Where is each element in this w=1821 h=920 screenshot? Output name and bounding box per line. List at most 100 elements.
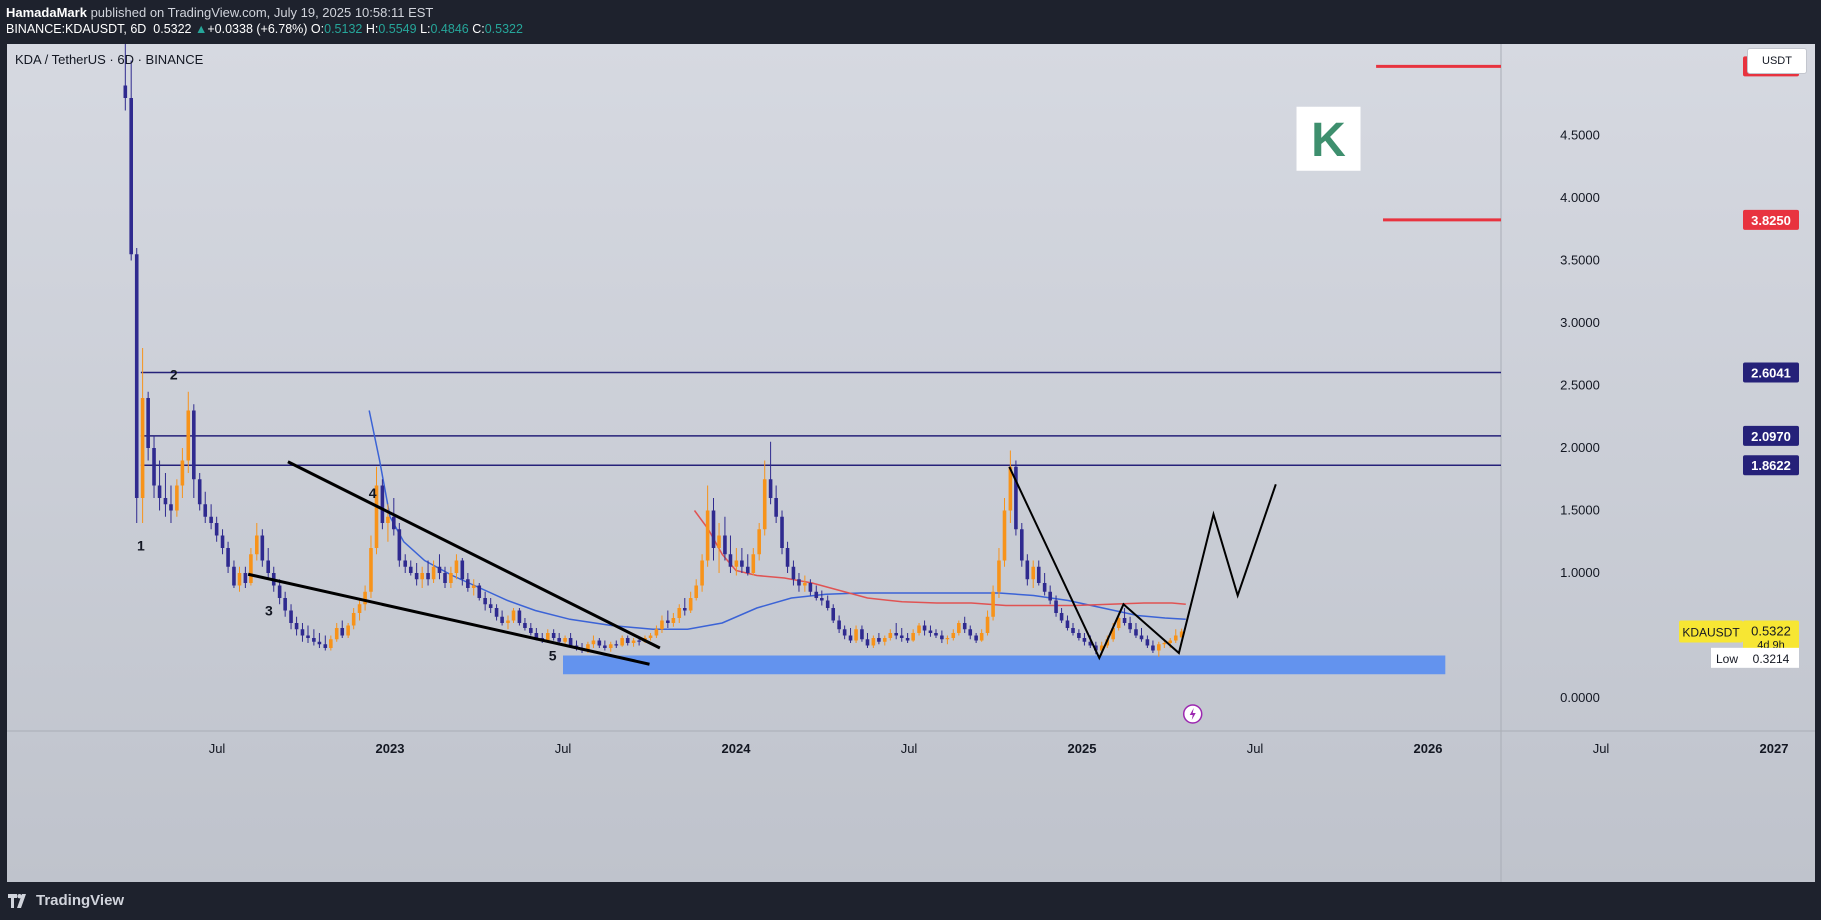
x-tick-label: 2024 <box>722 741 752 756</box>
candle-body <box>175 485 179 511</box>
candle-body <box>346 625 350 636</box>
candle-body <box>203 504 208 517</box>
candle-body <box>734 560 739 567</box>
candle-body <box>677 608 682 618</box>
x-tick-label: Jul <box>1247 741 1264 756</box>
author-line: HamadaMark published on TradingView.com,… <box>6 5 433 20</box>
candle-body <box>911 633 915 641</box>
x-tick-label: Jul <box>555 741 572 756</box>
candle-body <box>671 618 676 623</box>
candle-body <box>603 645 607 648</box>
candle-body <box>146 398 150 448</box>
candle-body <box>529 628 533 633</box>
close-label: C: <box>472 22 485 36</box>
candle-body <box>831 608 836 621</box>
candle-body <box>860 629 864 640</box>
candle-body <box>762 479 767 530</box>
wedge-trend-line <box>287 460 661 650</box>
candle-body <box>140 398 145 498</box>
author-name[interactable]: HamadaMark <box>6 5 87 20</box>
candle-body <box>648 635 653 638</box>
candle-body <box>957 623 961 633</box>
support-zone <box>563 655 1446 675</box>
candle-body <box>431 566 436 580</box>
candle-body <box>1048 591 1052 601</box>
candle-body <box>894 633 898 636</box>
candle-body <box>711 510 716 548</box>
candle-body <box>608 644 613 648</box>
candle-body <box>854 629 858 641</box>
candle-body <box>129 98 133 255</box>
candle-body <box>803 583 807 586</box>
price-chart[interactable]: 1 2 3 4 5 K 4.5000 4.0000 3.5000 3.0000 2.5000 2.00… <box>7 44 1815 882</box>
candle-body <box>1054 600 1058 613</box>
candle-body <box>745 566 750 573</box>
candle-body <box>363 591 367 605</box>
candle-body <box>340 628 345 636</box>
brand-name: TradingView <box>36 892 125 909</box>
publication-header: HamadaMark published on TradingView.com,… <box>0 0 1821 42</box>
candle-body <box>934 633 938 636</box>
candle-body <box>1134 629 1138 636</box>
x-tick-label: 2023 <box>376 741 405 756</box>
candle-body <box>192 410 196 480</box>
candle-body <box>968 629 973 636</box>
candle-body <box>169 504 173 511</box>
candle-body <box>334 628 339 640</box>
last-price-text: 0.5322 <box>153 22 192 36</box>
candle-body <box>312 638 316 642</box>
candle-body <box>620 638 624 646</box>
low-value: 0.4846 <box>430 22 469 36</box>
candle-body <box>614 644 619 646</box>
candle-body <box>420 573 424 580</box>
candle-body <box>237 573 242 586</box>
candle-body <box>563 638 567 642</box>
candle-body <box>369 548 373 592</box>
candle-body <box>180 460 185 486</box>
level-price-label: 2.0970 <box>1751 429 1791 444</box>
candle-body <box>260 535 265 561</box>
candle-body <box>728 554 733 567</box>
candle-body <box>666 620 670 623</box>
candle-body <box>877 638 881 642</box>
high-value: 0.5549 <box>378 22 417 36</box>
candle-body <box>974 635 978 641</box>
candle-body <box>1139 635 1144 640</box>
candle-body <box>945 638 950 640</box>
change-arrow-icon: ▲ <box>194 22 208 36</box>
candle-body <box>157 485 162 498</box>
candle-body <box>449 573 453 583</box>
candle-body <box>985 616 990 633</box>
candle-body <box>1042 583 1047 592</box>
candle-body <box>1002 510 1007 561</box>
candle-body <box>825 600 830 608</box>
x-tick-label: Jul <box>1593 741 1610 756</box>
wave-label: 3 <box>265 603 273 619</box>
candle-body <box>306 635 310 638</box>
tradingview-logo[interactable]: TradingView <box>8 892 124 909</box>
currency-button[interactable]: USDT <box>1747 48 1807 74</box>
y-tick-label: 3.0000 <box>1560 315 1600 330</box>
candle-body <box>186 410 191 461</box>
chart-area[interactable]: 1 2 3 4 5 K 4.5000 4.0000 3.5000 3.0000 2.5000 2.00… <box>7 44 1815 882</box>
candle-body <box>740 560 744 567</box>
candle-body <box>351 613 356 626</box>
candle-body <box>414 573 419 580</box>
x-tick-label: 2026 <box>1414 741 1443 756</box>
candle-body <box>426 573 430 580</box>
ohlc-line: BINANCE:KDAUSDT, 6D 0.5322 ▲+0.0338 (+6.… <box>6 22 523 36</box>
candle-body <box>899 635 904 638</box>
candle-body <box>631 640 636 643</box>
candle-body <box>123 85 128 98</box>
candle-body <box>1036 566 1041 583</box>
candle-body <box>357 604 362 613</box>
candle-body <box>317 641 322 645</box>
open-label: O: <box>310 22 325 36</box>
candle-body <box>477 585 482 598</box>
low-label: L: <box>420 22 431 36</box>
y-tick-label: 4.0000 <box>1560 190 1600 205</box>
candle-body <box>488 604 493 608</box>
x-tick-label: 2027 <box>1760 741 1789 756</box>
y-tick-label: 2.0000 <box>1560 440 1600 455</box>
candle-body <box>591 640 596 645</box>
